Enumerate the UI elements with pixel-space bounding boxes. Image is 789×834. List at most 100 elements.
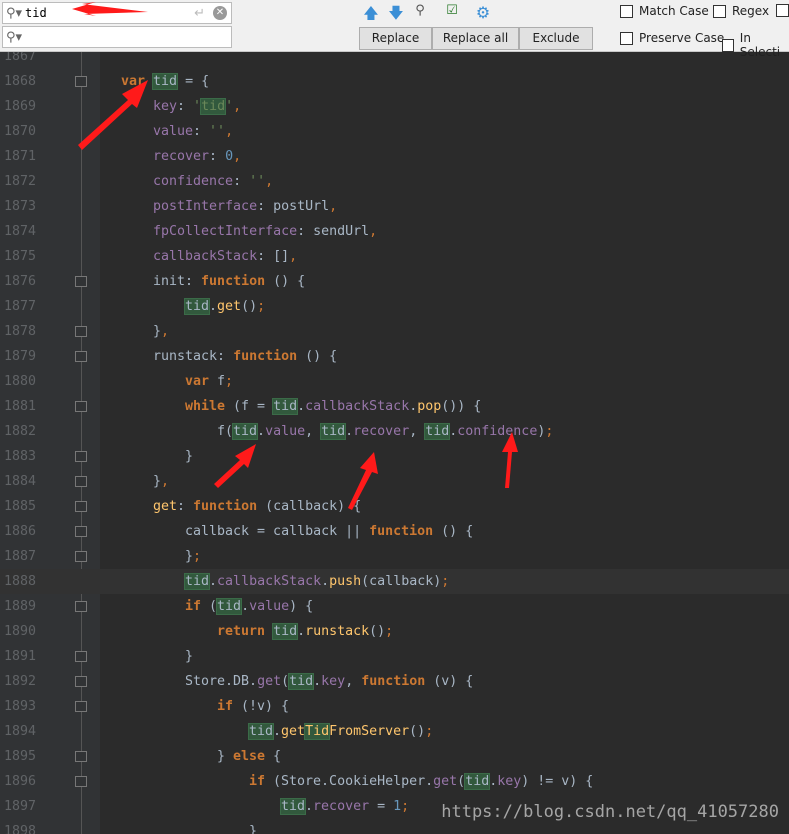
fold-marker-icon[interactable]	[75, 401, 87, 412]
checkbox-box[interactable]	[722, 38, 734, 52]
code-line[interactable]: 1887};	[0, 544, 789, 569]
code-token: get	[281, 724, 306, 739]
search-input[interactable]: ⚲▾ tid ↵ ✕	[2, 2, 232, 24]
fold-marker-icon[interactable]	[75, 501, 87, 512]
code-line[interactable]: 1879 runstack: function () {	[0, 344, 789, 369]
code-line[interactable]: 1885 get: function (callback) {	[0, 494, 789, 519]
code-token: }	[185, 649, 194, 664]
fold-marker-icon[interactable]	[75, 701, 87, 712]
code-token: '	[225, 99, 234, 114]
code-line[interactable]: 1875 callbackStack: [],	[0, 244, 789, 269]
code-token: var	[121, 74, 146, 89]
checkbox-box[interactable]	[620, 31, 633, 45]
code-line[interactable]: 1891}	[0, 644, 789, 669]
regex-checkbox[interactable]: Regex	[713, 4, 769, 18]
code-text: };	[121, 544, 201, 569]
code-line[interactable]: 1874 fpCollectInterface: sendUrl,	[0, 219, 789, 244]
code-token: ;	[545, 424, 554, 439]
code-line[interactable]: 1867	[0, 52, 789, 69]
replace-all-button[interactable]: Replace all	[432, 27, 519, 50]
code-line[interactable]: 1881 while (f = tid.callbackStack.pop()) …	[0, 394, 789, 419]
exclude-button[interactable]: Exclude	[519, 27, 593, 50]
code-token: : sendUrl	[297, 224, 370, 239]
code-text: recover: 0,	[121, 144, 241, 169]
code-text: runstack: function () {	[121, 344, 337, 369]
checkbox-box[interactable]	[776, 4, 789, 17]
code-line[interactable]: 1883}	[0, 444, 789, 469]
code-token: ,	[233, 99, 242, 114]
code-line[interactable]: 1888 tid.callbackStack.push(callback);	[0, 569, 789, 594]
code-line[interactable]: 1876 init: function () {	[0, 269, 789, 294]
code-text: return tid.runstack();	[121, 619, 393, 644]
code-line[interactable]: 1868 var tid = {	[0, 69, 789, 94]
code-line[interactable]: 1893 if (!v) {	[0, 694, 789, 719]
fold-marker-icon[interactable]	[75, 476, 87, 487]
code-token: recover	[353, 424, 410, 439]
code-token: value	[265, 424, 306, 439]
select-all-occurrences-icon[interactable]: ☑	[442, 3, 462, 21]
fold-marker-icon[interactable]	[75, 276, 87, 287]
code-line[interactable]: 1886 callback = callback || function () {	[0, 519, 789, 544]
replace-input[interactable]: ⚲▾	[2, 26, 232, 48]
code-token: return	[217, 624, 266, 639]
code-line[interactable]: 1896 if (Store.CookieHelper.get(tid.key) …	[0, 769, 789, 794]
code-token: .	[209, 574, 218, 589]
code-line[interactable]: 1890 return tid.runstack();	[0, 619, 789, 644]
fold-marker-icon[interactable]	[75, 676, 87, 687]
words-checkbox[interactable]	[776, 4, 789, 17]
code-line[interactable]: 1871 recover: 0,	[0, 144, 789, 169]
code-token: }	[153, 474, 162, 489]
fold-marker-icon[interactable]	[75, 351, 87, 362]
search-match: tid	[183, 573, 211, 590]
code-text: tid.recover = 1;	[121, 794, 409, 819]
line-number: 1867	[4, 52, 37, 64]
fold-marker-icon[interactable]	[75, 651, 87, 662]
code-line[interactable]: 1877 tid.get();	[0, 294, 789, 319]
fold-marker-icon[interactable]	[75, 601, 87, 612]
code-token: : postUrl	[257, 199, 330, 214]
previous-occurrence-icon[interactable]: 🡅	[361, 3, 381, 22]
code-token: callbackStack	[153, 249, 258, 264]
checkbox-box[interactable]	[620, 4, 633, 18]
code-token: ;	[441, 574, 450, 589]
checkbox-box[interactable]	[713, 4, 726, 18]
code-line[interactable]: 1872 confidence: '',	[0, 169, 789, 194]
code-line[interactable]: 1869 key: 'tid',	[0, 94, 789, 119]
next-occurrence-icon[interactable]: 🡇	[386, 3, 406, 22]
fold-marker-icon[interactable]	[75, 76, 87, 87]
code-line[interactable]: 1873 postInterface: postUrl,	[0, 194, 789, 219]
fold-marker-icon[interactable]	[75, 451, 87, 462]
code-text: tid.getTidFromServer();	[121, 719, 433, 744]
settings-gear-icon[interactable]: ⚙	[473, 3, 493, 22]
code-line[interactable]: 1889 if (tid.value) {	[0, 594, 789, 619]
code-line[interactable]: 1880 var f;	[0, 369, 789, 394]
code-line[interactable]: 1894 tid.getTidFromServer();	[0, 719, 789, 744]
fold-marker-icon[interactable]	[75, 551, 87, 562]
code-line[interactable]: 1895} else {	[0, 744, 789, 769]
code-token: () {	[433, 524, 474, 539]
find-all-icon[interactable]: ⚲	[410, 3, 430, 21]
search-icon[interactable]: ⚲▾	[3, 30, 25, 45]
fold-marker-icon[interactable]	[75, 776, 87, 787]
code-line[interactable]: 1882 f(tid.value, tid.recover, tid.confid…	[0, 419, 789, 444]
clear-icon[interactable]: ✕	[213, 6, 227, 20]
preserve-case-checkbox[interactable]: Preserve Case	[620, 31, 724, 45]
search-icon[interactable]: ⚲▾	[3, 6, 25, 21]
code-token: () {	[297, 349, 338, 364]
code-line[interactable]: 1884},	[0, 469, 789, 494]
match-case-checkbox[interactable]: Match Case	[620, 4, 709, 18]
code-token: .	[273, 724, 282, 739]
line-number: 1883	[4, 449, 37, 464]
fold-marker-icon[interactable]	[75, 326, 87, 337]
replace-button[interactable]: Replace	[359, 27, 432, 50]
line-number: 1872	[4, 174, 37, 189]
fold-marker-icon[interactable]	[75, 751, 87, 762]
code-editor[interactable]: 1867 1868 var tid = {1869 key: 'tid', 1870 va…	[0, 52, 789, 834]
code-line[interactable]: 1878},	[0, 319, 789, 344]
line-number: 1869	[4, 99, 37, 114]
code-line[interactable]: 1870 value: '',	[0, 119, 789, 144]
code-line[interactable]: 1892 Store.DB.get(tid.key, function (v) {	[0, 669, 789, 694]
code-text: get: function (callback) {	[121, 494, 361, 519]
fold-marker-icon[interactable]	[75, 526, 87, 537]
